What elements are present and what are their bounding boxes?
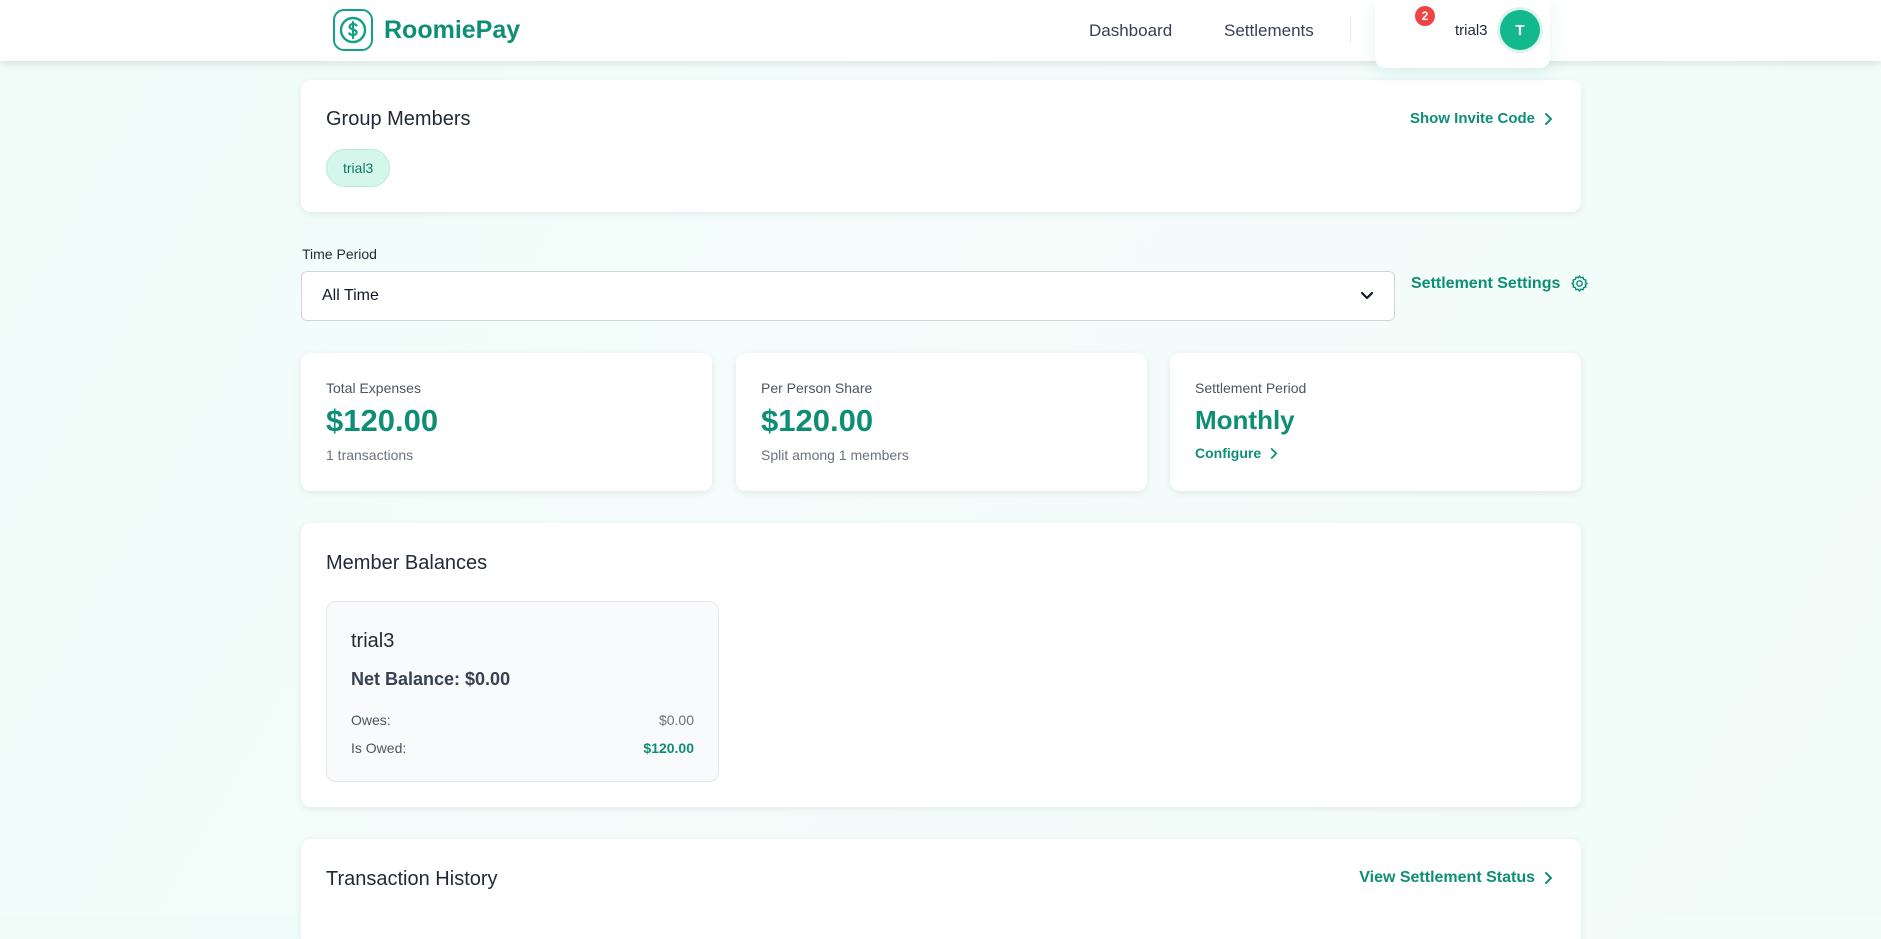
group-members-card: Group Members Show Invite Code trial3 — [301, 80, 1581, 212]
transaction-history-card: Transaction History View Settlement Stat… — [301, 839, 1581, 939]
total-expenses-label: Total Expenses — [326, 380, 421, 396]
chevron-right-icon — [1545, 112, 1552, 125]
owes-value: $0.00 — [658, 712, 694, 728]
app-name: RoomiePay — [384, 15, 521, 44]
per-person-share-card: Per Person Share $120.00 Split among 1 m… — [736, 353, 1147, 491]
is-owed-value: $120.00 — [643, 740, 694, 756]
total-expenses-card: Total Expenses $120.00 1 transactions — [301, 353, 712, 491]
split-description: Split among 1 members — [761, 447, 909, 463]
app-logo[interactable]: RoomiePay — [333, 9, 520, 51]
chevron-right-icon — [1270, 447, 1278, 459]
nav-dashboard[interactable]: Dashboard — [1089, 21, 1172, 41]
member-balances-card: Member Balances trial3 Net Balance: $0.0… — [301, 523, 1581, 807]
owes-label: Owes: — [351, 712, 391, 728]
per-person-share-value: $120.00 — [761, 403, 874, 438]
group-members-title: Group Members — [326, 108, 471, 130]
settlement-period-card: Settlement Period Monthly Configure — [1170, 353, 1581, 491]
transaction-count: 1 transactions — [326, 447, 414, 463]
is-owed-row: Is Owed: $120.00 — [351, 740, 694, 756]
nav-settlements[interactable]: Settlements — [1224, 21, 1314, 41]
chevron-down-icon — [1360, 291, 1374, 300]
show-invite-code-link[interactable]: Show Invite Code — [1410, 110, 1553, 127]
top-navbar: RoomiePay Dashboard Settlements — [0, 0, 1881, 61]
avatar[interactable]: T — [1500, 10, 1540, 50]
settlement-period-value: Monthly — [1195, 405, 1295, 435]
member-balance-item: trial3 Net Balance: $0.00 Owes: $0.00 Is… — [326, 601, 719, 782]
chevron-right-icon — [1545, 872, 1552, 884]
view-settlement-status-link[interactable]: View Settlement Status — [1359, 869, 1553, 887]
time-period-select[interactable]: All Time — [301, 271, 1395, 321]
member-name: trial3 — [351, 630, 395, 652]
configure-link[interactable]: Configure — [1195, 445, 1278, 461]
user-menu[interactable]: 2 trial3 T — [1375, 0, 1550, 68]
total-expenses-value: $120.00 — [326, 403, 439, 438]
per-person-share-label: Per Person Share — [761, 380, 873, 396]
settlement-settings-link[interactable]: Settlement Settings — [1411, 274, 1589, 293]
member-balances-title: Member Balances — [326, 552, 488, 574]
net-balance: Net Balance: $0.00 — [351, 669, 511, 689]
member-chip: trial3 — [326, 149, 391, 187]
configure-label: Configure — [1195, 445, 1262, 461]
dollar-logo-icon — [333, 9, 373, 51]
gear-icon — [1571, 275, 1589, 292]
is-owed-label: Is Owed: — [351, 740, 407, 756]
time-period-value: All Time — [322, 287, 379, 304]
nav-divider — [1350, 17, 1351, 43]
notification-badge[interactable]: 2 — [1415, 6, 1435, 26]
transaction-history-title: Transaction History — [326, 868, 498, 890]
view-settlement-status-label: View Settlement Status — [1359, 869, 1535, 886]
settlement-period-label: Settlement Period — [1195, 380, 1307, 396]
user-name: trial3 — [1455, 22, 1488, 39]
time-period-label: Time Period — [302, 246, 377, 262]
settlement-settings-label: Settlement Settings — [1411, 274, 1561, 292]
show-invite-code-label: Show Invite Code — [1409, 110, 1535, 127]
owes-row: Owes: $0.00 — [351, 712, 694, 728]
